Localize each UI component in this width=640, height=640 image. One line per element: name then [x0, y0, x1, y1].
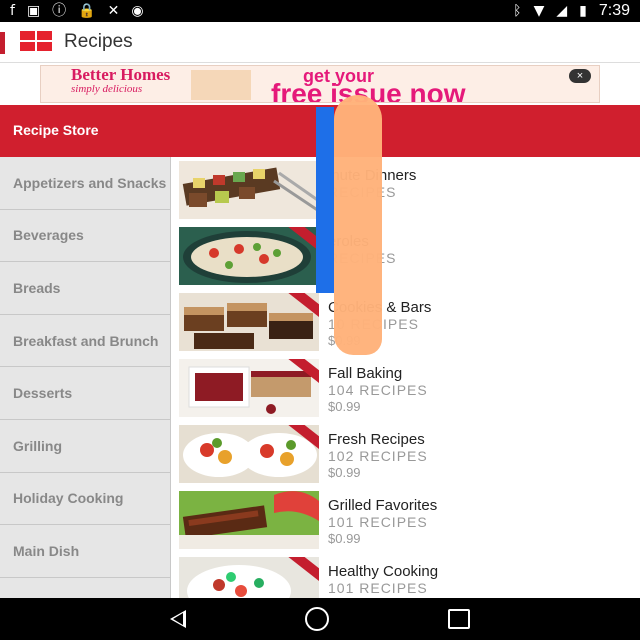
recipe-count: 101 RECIPES [328, 580, 428, 596]
home-icon[interactable] [304, 607, 329, 631]
signal-icon: ◢ [556, 3, 568, 19]
recipe-title: Fall Baking [328, 365, 403, 382]
recent-apps-icon[interactable] [448, 609, 471, 629]
category-beverages[interactable]: Beverages [0, 210, 170, 263]
category-label: Beverages [13, 227, 84, 244]
recipe-list: inute Dinners RECIPES eroles RECIPES [171, 157, 640, 598]
lock-icon: 🔒 [78, 3, 96, 19]
category-grilling[interactable]: Grilling [0, 420, 170, 473]
ad-logo: Better Homes simply delicious [71, 65, 171, 95]
wifi-icon: ▼ [533, 3, 545, 19]
recipe-thumbnail [179, 293, 319, 351]
overlay-blue-bar [316, 107, 334, 293]
recipe-thumbnail [179, 425, 319, 483]
recipe-price: $0.99 [328, 465, 361, 480]
recipe-title: Fresh Recipes [328, 431, 425, 448]
category-label: Grilling [13, 437, 62, 454]
ad-close-button[interactable]: × [569, 69, 591, 83]
list-item[interactable]: Fall Baking 104 RECIPES $0.99 [171, 355, 640, 421]
category-sidebar: Appetizers and Snacks Beverages Breads B… [0, 157, 170, 631]
back-icon[interactable] [169, 610, 186, 628]
system-nav-bar [0, 598, 640, 640]
image-icon: ▣ [26, 3, 41, 19]
recipe-thumbnail [179, 491, 319, 549]
facebook-icon: f [10, 3, 15, 19]
recipe-price: $0.99 [328, 531, 361, 546]
app-screen: f ▣ ⓘ 🔒 ✕ ◉ ᛒ ▼ ◢ ▮ 7:39 Recipes Better … [0, 0, 640, 640]
list-item[interactable]: inute Dinners RECIPES [171, 157, 640, 223]
store-title: Recipe Store [13, 122, 99, 138]
list-item[interactable]: Grilled Favorites 101 RECIPES $0.99 [171, 487, 640, 553]
ad-magazine-cover [191, 70, 251, 100]
status-bar: f ▣ ⓘ 🔒 ✕ ◉ ᛒ ▼ ◢ ▮ 7:39 [0, 0, 640, 22]
list-item[interactable]: Cookies & Bars 10 RECIPES $0.99 [171, 289, 640, 355]
list-item[interactable]: Healthy Cooking 101 RECIPES [171, 553, 640, 598]
status-right-icons: ᛒ ▼ ◢ ▮ 7:39 [513, 0, 630, 22]
drawer-indicator[interactable] [0, 32, 5, 54]
battery-icon: ▮ [579, 3, 587, 19]
ad-banner[interactable]: Better Homes simply delicious get your f… [40, 65, 600, 103]
bluetooth-icon: ᛒ [513, 3, 522, 19]
recipe-thumbnail [179, 227, 319, 285]
category-label: Main Dish [13, 542, 80, 559]
recipe-count: 101 RECIPES [328, 514, 428, 530]
app-title: Recipes [64, 31, 133, 52]
recipe-thumbnail [179, 359, 319, 417]
status-time: 7:39 [598, 2, 630, 19]
category-label: Breakfast and Brunch [13, 332, 159, 349]
android-icon: ◉ [131, 3, 144, 19]
category-label: Breads [13, 279, 61, 296]
app-bar: Recipes [0, 22, 640, 63]
category-main-dish[interactable]: Main Dish [0, 525, 170, 578]
recipe-count: 104 RECIPES [328, 382, 428, 398]
category-label: Holiday Cooking [13, 490, 124, 507]
category-desserts[interactable]: Desserts [0, 367, 170, 420]
wifi-off-icon: ✕ [107, 3, 120, 19]
recipe-count: 102 RECIPES [328, 448, 428, 464]
category-breakfast[interactable]: Breakfast and Brunch [0, 315, 170, 368]
category-breads[interactable]: Breads [0, 262, 170, 315]
list-item[interactable]: Fresh Recipes 102 RECIPES $0.99 [171, 421, 640, 487]
recipe-title: Healthy Cooking [328, 563, 439, 580]
ad-area: Better Homes simply delicious get your f… [0, 63, 640, 105]
category-label: Desserts [13, 385, 73, 402]
category-holiday[interactable]: Holiday Cooking [0, 473, 170, 526]
recipe-title: Grilled Favorites [328, 497, 438, 514]
status-left-icons: f ▣ ⓘ 🔒 ✕ ◉ [10, 0, 144, 22]
recipe-price: $0.99 [328, 399, 361, 414]
app-logo-icon[interactable] [20, 31, 54, 53]
overlay-orange-shape [334, 95, 382, 355]
category-label: Appetizers and Snacks [13, 174, 167, 191]
category-appetizers[interactable]: Appetizers and Snacks [0, 157, 170, 210]
recipe-thumbnail [179, 161, 319, 219]
recipe-thumbnail [179, 557, 319, 598]
list-item[interactable]: eroles RECIPES [171, 223, 640, 289]
info-icon: ⓘ [52, 3, 67, 19]
